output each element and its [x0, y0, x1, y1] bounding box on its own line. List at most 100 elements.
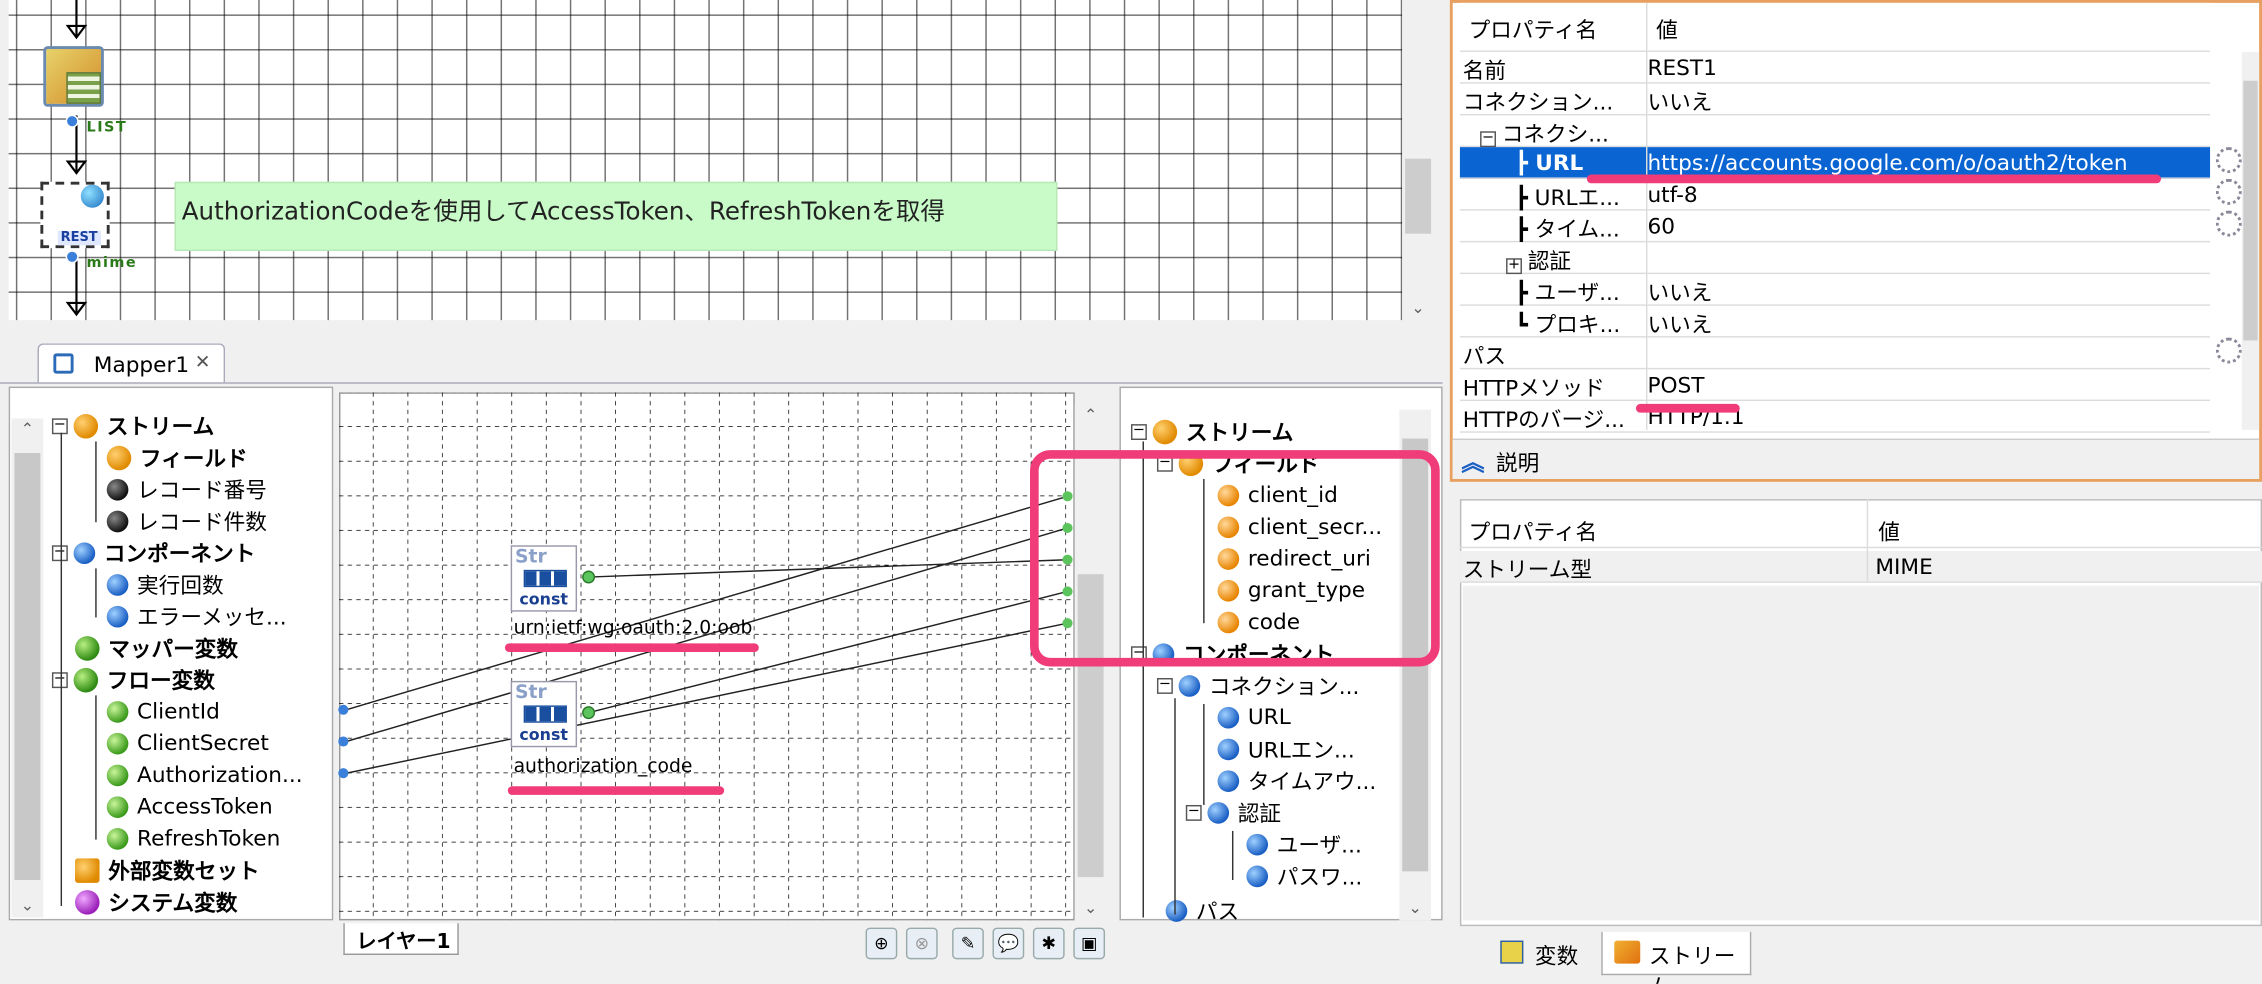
left-scroll-thumb[interactable] [14, 452, 41, 880]
right-scroll-down[interactable]: ⌄ [1399, 897, 1431, 920]
flow-scroll-down[interactable]: ⌄ [1402, 297, 1434, 320]
left-scroll-up[interactable]: ⌃ [12, 418, 44, 441]
flow-scroll-thumb[interactable] [1405, 158, 1432, 234]
property-row[interactable]: ストリーム型 MIME [1459, 551, 2262, 583]
collapse-icon[interactable]: − [51, 417, 68, 434]
mapper-scroll-down[interactable]: ⌄ [1075, 897, 1107, 920]
comment-icon[interactable]: 💬 [992, 927, 1025, 960]
property-icon [1217, 769, 1240, 792]
tab-stream[interactable]: ストリーム [1601, 931, 1752, 984]
left-tree-item[interactable]: Authorization... [106, 759, 303, 791]
property-row[interactable]: − コネクシ... [1459, 115, 2211, 148]
property-icon [1217, 737, 1240, 760]
left-scroll-down[interactable]: ⌄ [12, 894, 44, 917]
right-tree-item[interactable]: − コネクション... [1156, 669, 1359, 701]
left-tree-item[interactable]: ClientId [106, 695, 220, 727]
right-tree-item[interactable]: − ストリーム [1130, 415, 1293, 447]
left-tree-item[interactable]: − ストリーム [51, 410, 214, 442]
rest-component-icon[interactable]: REST [40, 181, 110, 249]
list-component-icon[interactable] [43, 46, 104, 107]
flow-comment-text: AuthorizationCodeを使用してAccessToken、Refres… [181, 197, 945, 227]
property-row[interactable]: パス [1459, 338, 2211, 370]
edit-button-icon[interactable] [2215, 337, 2242, 364]
component-icon [73, 541, 96, 564]
close-icon[interactable]: ✕ [195, 352, 211, 374]
tree-line [1231, 830, 1234, 880]
left-tree-item[interactable]: 実行回数 [106, 568, 224, 600]
property-scrollbar[interactable] [2241, 51, 2260, 430]
property-row[interactable]: 名前 REST1 [1459, 52, 2211, 84]
left-tree-item[interactable]: システム変数 [75, 886, 237, 918]
add-icon[interactable]: ⊕ [865, 927, 898, 960]
collapse-icon[interactable]: − [1156, 677, 1173, 694]
property-row[interactable]: ┣ ユーザ... いいえ [1459, 274, 2211, 306]
system-variable-icon [75, 889, 100, 914]
property-scroll-thumb[interactable] [2243, 80, 2258, 341]
collapse-icon[interactable]: − [1130, 423, 1147, 440]
edit-button-icon[interactable] [2215, 178, 2242, 205]
description-label: 説明 [1495, 450, 1540, 477]
property-icon [1246, 833, 1269, 855]
left-tree-item[interactable]: レコード番号 [106, 473, 267, 505]
flow-comment[interactable]: AuthorizationCodeを使用してAccessToken、Refres… [174, 181, 1058, 252]
collapse-icon[interactable]: − [1480, 131, 1496, 148]
mime-label: mime [86, 255, 138, 272]
mapper-scroll-up[interactable]: ⌃ [1075, 404, 1107, 427]
edit-button-icon[interactable] [2215, 147, 2242, 174]
record-count-icon [106, 509, 129, 532]
flow-canvas[interactable] [8, 0, 1403, 321]
left-tree-item[interactable]: − コンポーネント [51, 537, 255, 569]
right-tree-item[interactable]: パスワ... [1246, 860, 1362, 892]
property-row[interactable]: + 認証 [1459, 242, 2211, 275]
collapse-icon[interactable]: − [1185, 804, 1202, 821]
column-divider [1646, 2, 1648, 430]
mapper-tab[interactable]: Mapper1 ✕ [37, 343, 226, 384]
delete-icon[interactable]: ⊗ [905, 927, 938, 960]
property-row[interactable]: HTTPメソッド POST [1459, 369, 2211, 402]
right-tree-item[interactable]: − 認証 [1185, 796, 1281, 828]
right-tree-item[interactable]: パス [1165, 894, 1239, 926]
tab-variables[interactable]: 変数 [1486, 935, 1601, 973]
property-empty-area [1462, 585, 2260, 921]
left-tree-scrollbar[interactable]: ⌃ ⌄ [11, 418, 44, 918]
property-icon [1246, 864, 1269, 887]
flow-vscrollbar[interactable]: ⌄ [1402, 0, 1434, 321]
const-label: const [519, 725, 568, 745]
const-node[interactable]: Str const [510, 545, 578, 612]
underline-mark [504, 643, 759, 653]
flow-variable-icon [73, 667, 99, 692]
edit-icon[interactable]: ✎ [952, 927, 984, 960]
expand-icon[interactable]: + [1506, 258, 1522, 275]
left-tree-item[interactable]: AccessToken [106, 791, 273, 823]
property-row[interactable]: ┗ プロキ... いいえ [1459, 306, 2211, 338]
bug-icon[interactable]: ✱ [1032, 927, 1065, 960]
left-tree-item[interactable]: − フロー変数 [51, 664, 215, 696]
variable-icon [106, 795, 129, 818]
left-tree-item[interactable]: エラーメッセ... [106, 600, 287, 632]
right-tree-item[interactable]: URL [1217, 701, 1291, 733]
record-number-icon [106, 478, 129, 500]
property-row[interactable]: ┣ タイム... 60 [1459, 211, 2211, 243]
left-tree-item[interactable]: 外部変数セット [75, 854, 260, 886]
header-value: 値 [1656, 17, 1678, 44]
property-row[interactable]: コネクション... いいえ [1459, 84, 2211, 116]
edit-button-icon[interactable] [2215, 210, 2242, 237]
description-bar[interactable]: ︽ 説明 [1452, 438, 2260, 479]
right-tree-item[interactable]: タイムアウ... [1217, 765, 1376, 797]
error-message-icon [106, 605, 129, 627]
right-tree-item[interactable]: ユーザ... [1246, 828, 1362, 860]
exec-count-icon [106, 573, 129, 596]
property-row[interactable]: HTTPのバージ... HTTP/1.1 [1459, 401, 2211, 433]
layer-tab[interactable]: レイヤー1 [343, 923, 459, 956]
left-tree-item[interactable]: レコード件数 [106, 505, 267, 537]
const-node[interactable]: Str const [510, 680, 578, 748]
left-tree-item[interactable]: RefreshToken [106, 822, 280, 854]
property-row[interactable]: ┣ URLエ... utf-8 [1459, 179, 2211, 211]
left-tree-item[interactable]: フィールド [106, 441, 248, 473]
left-tree-item[interactable]: マッパー変数 [75, 632, 238, 664]
auth-icon [1207, 801, 1230, 824]
highlight-box [1030, 450, 1440, 667]
right-tree-item[interactable]: URLエン... [1217, 733, 1355, 765]
layer-config-icon[interactable]: ▣ [1073, 927, 1106, 960]
left-tree-item[interactable]: ClientSecret [106, 727, 269, 759]
